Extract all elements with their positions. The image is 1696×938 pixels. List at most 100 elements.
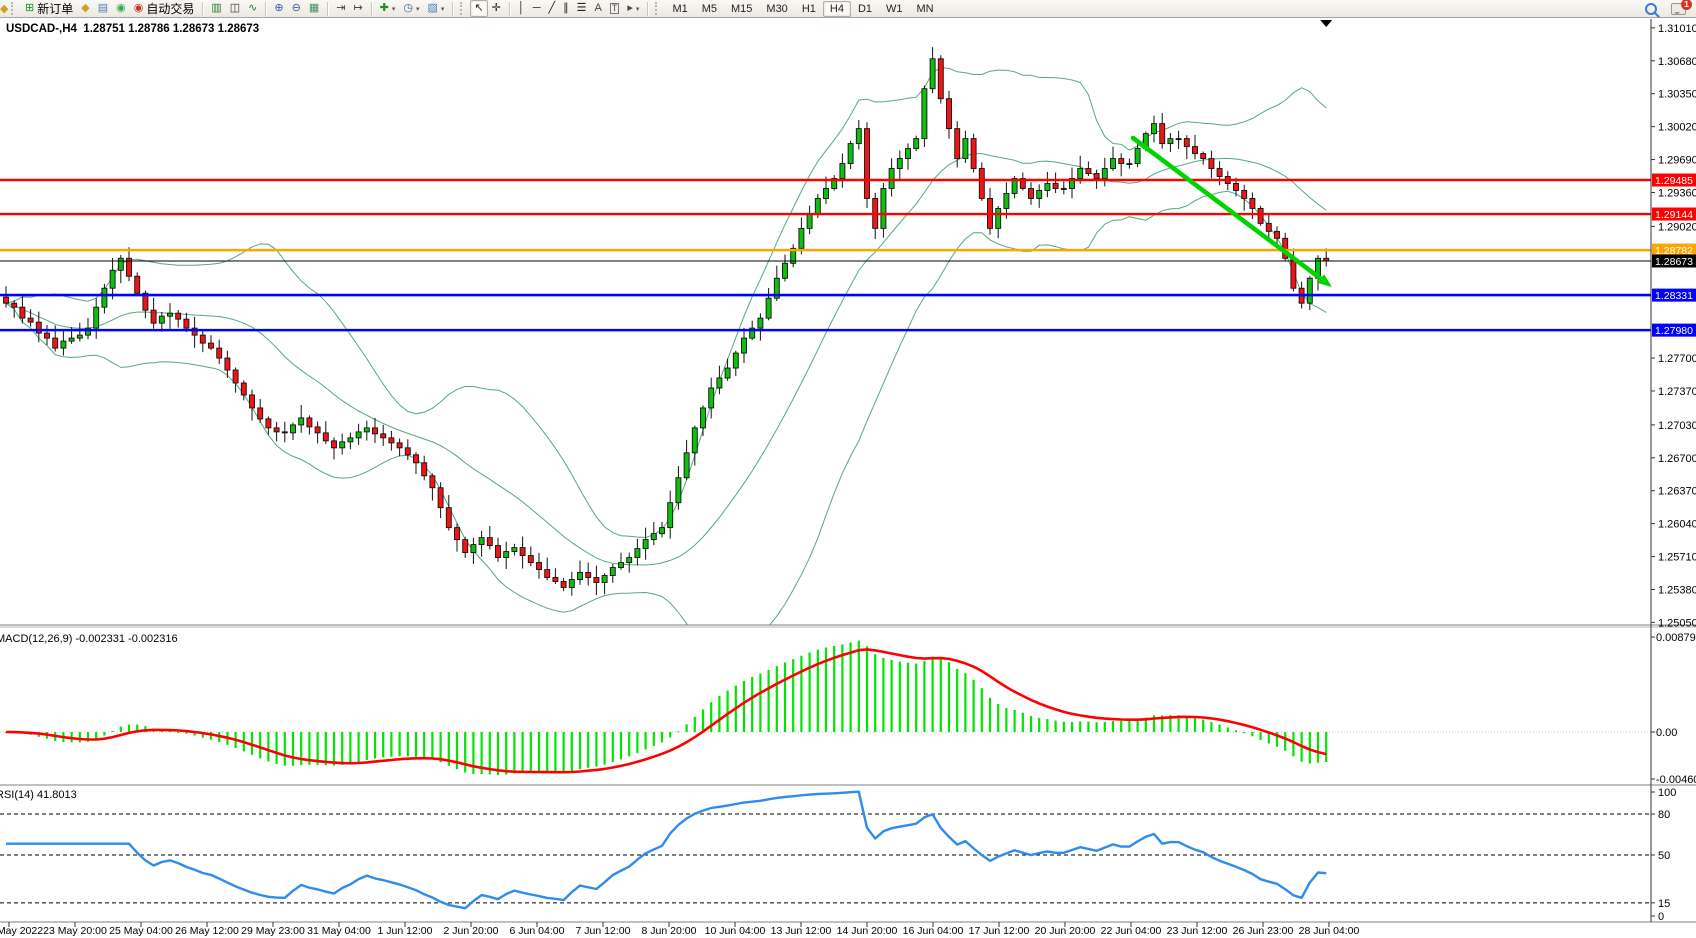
timeframe-h4-button[interactable]: H4: [823, 1, 851, 17]
rsi-line: [6, 792, 1326, 909]
trendline-button[interactable]: ╱: [545, 0, 560, 17]
text-icon: A: [595, 1, 602, 16]
svg-text:1.26700: 1.26700: [1658, 453, 1696, 465]
signals-button[interactable]: ◉: [112, 0, 130, 17]
svg-text:23 Jun 12:00: 23 Jun 12:00: [1167, 925, 1228, 937]
horizontal-line-icon: ─: [533, 1, 541, 16]
svg-text:100: 100: [1658, 787, 1676, 799]
search-icon[interactable]: [1645, 3, 1657, 15]
terminal-button[interactable]: ▤: [94, 0, 112, 17]
auto-scroll-button[interactable]: ↦: [349, 0, 366, 17]
timeframe-d1-button[interactable]: D1: [851, 1, 879, 17]
auto-trading-button[interactable]: ◉自动交易: [130, 0, 199, 17]
timeframe-m15-button[interactable]: M15: [724, 1, 759, 17]
current-bar-marker: [1320, 20, 1332, 27]
chart-title: USDCAD-,H4 1.28751 1.28786 1.28673 1.286…: [6, 23, 259, 35]
notification-badge: 1: [1681, 0, 1692, 10]
fibonacci-icon: ☰: [577, 1, 587, 16]
text-label-button[interactable]: T: [606, 0, 624, 17]
svg-text:1.30020: 1.30020: [1658, 122, 1696, 134]
trend-arrow[interactable]: [1133, 138, 1332, 287]
toolbar-separator: [371, 2, 372, 16]
toolbar-separator: [509, 2, 510, 16]
periods-button[interactable]: ◷▾: [399, 0, 423, 17]
toolbar-separator: [265, 2, 266, 16]
price-axis: 1.310101.306801.303501.300201.296901.293…: [1651, 23, 1696, 923]
macd-label: MACD(12,26,9) -0.002331 -0.002316: [0, 633, 178, 645]
channel-icon: ∥: [563, 1, 569, 16]
svg-text:1.31010: 1.31010: [1658, 23, 1696, 35]
bollinger-middle-band: [6, 154, 1326, 565]
auto-trading-button-label: 自动交易: [146, 0, 194, 17]
zoom-in-icon: ⊕: [274, 1, 283, 16]
line-chart-button[interactable]: ∿: [244, 0, 261, 17]
fibonacci-button[interactable]: ☰: [573, 0, 591, 17]
terminal-icon: ▤: [98, 1, 108, 16]
arrows-icon: ▸: [627, 1, 633, 16]
svg-text:0.00: 0.00: [1656, 727, 1677, 739]
line-chart-icon: ∿: [248, 1, 257, 16]
svg-text:29 May 23:00: 29 May 23:00: [241, 925, 305, 937]
crosshair-button[interactable]: ✛: [488, 0, 505, 17]
toolbar-separator: [327, 2, 328, 16]
svg-text:1.27370: 1.27370: [1658, 386, 1696, 398]
channel-button[interactable]: ∥: [559, 0, 573, 17]
zoom-out-button[interactable]: ⊖: [288, 0, 305, 17]
svg-text:1.27700: 1.27700: [1658, 353, 1696, 365]
zoom-in-button[interactable]: ⊕: [270, 0, 287, 17]
svg-text:50: 50: [1658, 850, 1670, 862]
market-watch-icon: ◆: [81, 1, 89, 16]
new-order-button[interactable]: ⊞新订单: [21, 0, 77, 17]
candlestick-chart-button[interactable]: ◫: [226, 0, 244, 17]
chart-shift-button[interactable]: ⇥: [332, 0, 349, 17]
new-order-button-label: 新订单: [37, 0, 73, 17]
svg-text:10 Jun 04:00: 10 Jun 04:00: [705, 925, 766, 937]
candlestick-icon: ◫: [230, 1, 240, 16]
timeframe-w1-button[interactable]: W1: [879, 1, 910, 17]
vertical-line-button[interactable]: │: [514, 0, 529, 17]
chevron-down-icon: ▾: [636, 5, 640, 13]
indicators-button[interactable]: ✚▾: [376, 0, 400, 17]
svg-text:May 2022: May 2022: [0, 925, 43, 937]
svg-text:1 Jun 12:00: 1 Jun 12:00: [378, 925, 433, 937]
timeframe-m5-button[interactable]: M5: [695, 1, 724, 17]
trendline-icon: ╱: [549, 1, 556, 16]
text-button[interactable]: A: [591, 0, 606, 17]
timeframe-mn-button[interactable]: MN: [910, 1, 941, 17]
chat-icon[interactable]: 1: [1671, 3, 1686, 15]
svg-text:6 Jun 04:00: 6 Jun 04:00: [510, 925, 565, 937]
periods-icon: ◷: [403, 1, 413, 16]
rsi-label: RSI(14) 41.8013: [0, 789, 77, 801]
svg-text:80: 80: [1658, 809, 1670, 821]
auto-scroll-icon: ↦: [353, 1, 362, 16]
svg-text:26 Jun 23:00: 26 Jun 23:00: [1233, 925, 1294, 937]
timeframe-h1-button[interactable]: H1: [795, 1, 823, 17]
new-order-icon: ⊞: [25, 1, 34, 16]
svg-text:1.27030: 1.27030: [1658, 420, 1696, 432]
cursor-button[interactable]: ↖: [470, 0, 487, 17]
svg-text:1.25050: 1.25050: [1658, 617, 1696, 629]
svg-text:1.25380: 1.25380: [1658, 584, 1696, 596]
svg-text:1.28331: 1.28331: [1655, 291, 1693, 302]
svg-text:15: 15: [1658, 898, 1670, 910]
tile-windows-button[interactable]: ▦: [305, 0, 323, 17]
macd-indicator: [0, 641, 1651, 775]
market-watch-button[interactable]: ◆: [77, 0, 93, 17]
svg-text:31 May 04:00: 31 May 04:00: [307, 925, 371, 937]
arrows-button[interactable]: ▸▾: [623, 0, 643, 17]
timeframe-m30-button[interactable]: M30: [759, 1, 794, 17]
svg-text:1.27980: 1.27980: [1655, 326, 1693, 337]
chevron-down-icon: ▾: [416, 5, 420, 13]
tile-windows-icon: ▦: [309, 1, 319, 16]
timeframe-m1-button[interactable]: M1: [665, 1, 694, 17]
svg-text:22 Jun 04:00: 22 Jun 04:00: [1101, 925, 1162, 937]
vertical-line-icon: │: [518, 1, 525, 16]
toolbar: ◆ ⊞新订单◆▤◉◉自动交易▥◫∿⊕⊖▦⇥↦✚▾◷▾▧▾↖✛│─╱∥☰AT▸▾M…: [0, 0, 1696, 18]
signals-icon: ◉: [116, 1, 126, 16]
templates-button[interactable]: ▧▾: [424, 0, 449, 17]
bar-chart-button[interactable]: ▥: [207, 0, 225, 17]
horizontal-line-button[interactable]: ─: [529, 0, 545, 17]
chart-plot[interactable]: 1.310101.306801.303501.300201.296901.293…: [0, 0, 1696, 938]
bollinger-upper-band: [6, 68, 1326, 538]
cursor-icon: ↖: [474, 1, 483, 16]
